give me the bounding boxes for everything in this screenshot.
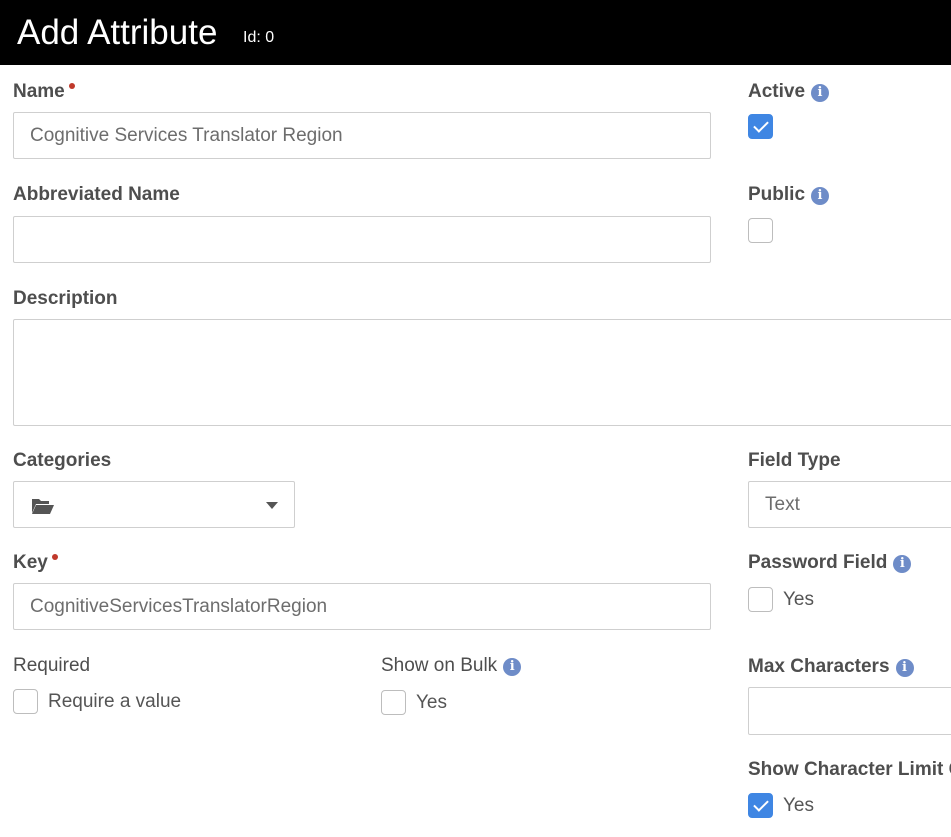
public-label: Public i [748, 183, 830, 207]
active-label: Active i [748, 80, 830, 104]
description-label: Description [13, 288, 118, 309]
abbreviated-name-label: Abbreviated Name [13, 184, 180, 205]
password-field-label: Password Field i [748, 551, 912, 575]
required-option: Require a value [48, 691, 182, 712]
name-input-value: Cognitive Services Translator Region [30, 124, 343, 146]
key-input-value: CognitiveServicesTranslatorRegion [30, 595, 328, 617]
record-id-label: Id: 0 [243, 29, 275, 46]
max-characters-input[interactable] [748, 687, 951, 735]
active-label-text: Active [748, 81, 806, 102]
required-checkbox[interactable] [13, 689, 38, 714]
public-checkbox[interactable] [748, 218, 773, 243]
name-label: Name [13, 80, 75, 104]
abbreviated-name-input[interactable] [13, 216, 711, 263]
required-indicator-icon [68, 83, 75, 89]
name-label-text: Name [13, 81, 65, 102]
required-indicator-icon [51, 554, 58, 560]
field-type-select[interactable]: Text [748, 481, 951, 528]
info-icon[interactable]: i [811, 187, 830, 205]
required-label: Required [13, 655, 91, 676]
password-field-checkbox[interactable] [748, 587, 773, 612]
show-on-bulk-option: Yes [416, 692, 447, 713]
active-checkbox[interactable] [748, 114, 773, 139]
show-on-bulk-checkbox[interactable] [381, 690, 406, 715]
field-type-label: Field Type [748, 450, 841, 471]
show-character-limit-option: Yes [783, 795, 814, 816]
info-icon[interactable]: i [895, 659, 914, 677]
public-label-text: Public [748, 184, 806, 205]
key-label: Key [13, 551, 58, 575]
max-characters-label-text: Max Characters [748, 656, 890, 677]
show-character-limit-label: Show Character Limit C [748, 759, 951, 780]
key-label-text: Key [13, 552, 48, 573]
field-type-value: Text [765, 493, 800, 515]
password-field-label-text: Password Field [748, 552, 888, 573]
categories-picker[interactable] [13, 481, 295, 528]
info-icon[interactable]: i [503, 658, 522, 676]
name-input[interactable]: Cognitive Services Translator Region [13, 112, 711, 159]
description-textarea[interactable] [13, 319, 951, 426]
categories-label: Categories [13, 450, 112, 471]
max-characters-label: Max Characters i [748, 655, 914, 679]
chevron-down-icon [266, 502, 278, 509]
show-character-limit-checkbox[interactable] [748, 793, 773, 818]
show-on-bulk-label-text: Show on Bulk [381, 655, 498, 676]
show-on-bulk-label: Show on Bulk i [381, 654, 522, 678]
info-icon[interactable]: i [893, 555, 912, 573]
key-input[interactable]: CognitiveServicesTranslatorRegion [13, 583, 711, 630]
info-icon[interactable]: i [811, 84, 830, 102]
folder-open-icon [32, 499, 54, 514]
page-header: Add Attribute Id: 0 [0, 0, 951, 65]
password-field-option: Yes [783, 589, 814, 610]
page-title: Add Attribute [17, 13, 218, 52]
